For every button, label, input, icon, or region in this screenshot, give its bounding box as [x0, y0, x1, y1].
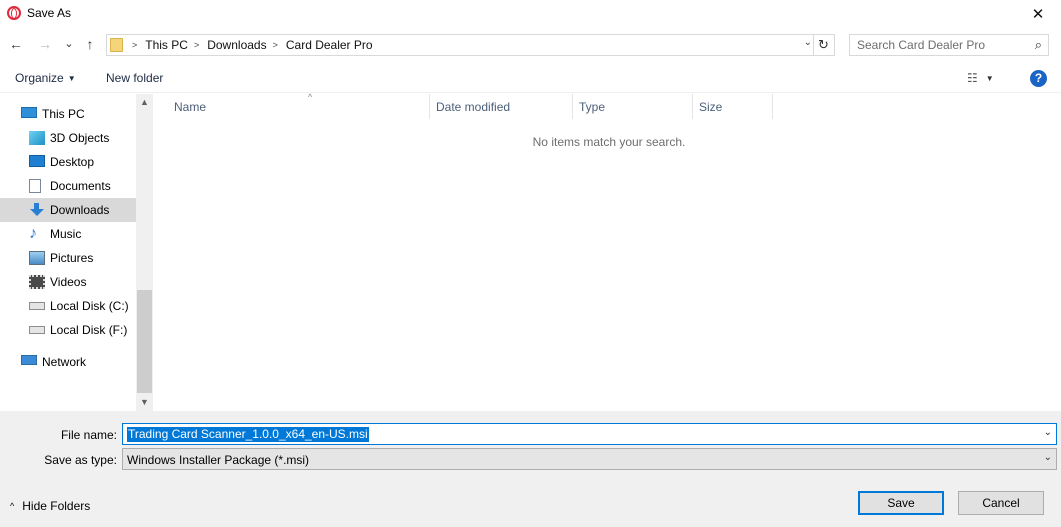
3d-objects-icon	[29, 131, 45, 145]
close-icon[interactable]: ✕	[1015, 0, 1061, 27]
column-header-name[interactable]: Name ^	[168, 92, 430, 119]
organize-label: Organize	[15, 71, 64, 85]
hide-folders-label: Hide Folders	[22, 499, 91, 513]
save-as-type-label: Save as type:	[44, 453, 117, 467]
column-header-label: Type	[579, 100, 606, 114]
file-name-input[interactable]: Trading Card Scanner_1.0.0_x64_en-US.msi…	[122, 423, 1057, 445]
computer-icon	[21, 107, 37, 118]
empty-list-message: No items match your search.	[532, 135, 686, 149]
address-row: ← → ⌄ ↑ > This PC > Downloads > Card Dea…	[0, 30, 1061, 60]
videos-icon	[29, 275, 45, 289]
sidebar-item-label: Local Disk (C:)	[50, 299, 129, 313]
breadcrumb-card-dealer-pro[interactable]: Card Dealer Pro	[286, 38, 373, 52]
sidebar-item-network[interactable]: Network	[0, 350, 136, 374]
network-icon	[21, 355, 37, 365]
save-button[interactable]: Save	[858, 491, 944, 515]
back-arrow-icon[interactable]: ←	[6, 36, 26, 52]
sidebar-item-label: Music	[50, 227, 82, 241]
sidebar-item-downloads[interactable]: Downloads	[0, 198, 136, 222]
sidebar-item-local-disk-f[interactable]: Local Disk (F:)	[0, 318, 136, 342]
sidebar-item-3d-objects[interactable]: 3D Objects	[0, 126, 136, 150]
window-title: Save As	[27, 6, 72, 20]
sidebar-item-label: 3D Objects	[50, 131, 110, 145]
breadcrumb-separator-icon[interactable]: >	[132, 40, 137, 50]
sidebar-item-label: Local Disk (F:)	[50, 323, 128, 337]
save-as-type-select[interactable]: Windows Installer Package (*.msi) ⌄	[122, 448, 1057, 470]
breadcrumb-this-pc[interactable]: This PC	[145, 38, 188, 52]
scrollbar-thumb[interactable]	[137, 290, 152, 393]
file-name-label: File name:	[60, 428, 117, 442]
file-list[interactable]: Name ^ Date modified Type Size No items …	[153, 92, 1061, 411]
folder-icon	[110, 38, 123, 52]
sidebar-item-this-pc[interactable]: This PC	[0, 102, 136, 126]
documents-icon	[29, 179, 41, 193]
column-header-date-modified[interactable]: Date modified	[430, 94, 573, 119]
search-icon[interactable]: ⌕	[1035, 37, 1042, 53]
title-bar: Save As ✕	[0, 0, 1061, 27]
disk-icon	[29, 302, 45, 310]
sidebar-item-label: Desktop	[50, 155, 95, 169]
sidebar-item-label: Downloads	[50, 203, 110, 217]
chevron-up-icon: ^	[10, 501, 15, 511]
file-name-dropdown-chevron-icon[interactable]: ⌄	[1044, 427, 1052, 438]
command-toolbar: Organize ▼ New folder ☷ ▼ ?	[0, 63, 1061, 93]
column-header-label: Date modified	[436, 100, 511, 114]
save-as-type-value: Windows Installer Package (*.msi)	[127, 453, 310, 467]
music-icon: ♪	[29, 225, 37, 242]
view-options-icon: ☷	[967, 71, 978, 85]
help-icon[interactable]: ?	[1030, 70, 1047, 87]
sort-ascending-icon: ^	[308, 92, 313, 102]
search-input[interactable]: Search Card Dealer Pro ⌕	[849, 34, 1049, 56]
address-bar[interactable]: > This PC > Downloads > Card Dealer Pro …	[106, 34, 835, 56]
column-header-size[interactable]: Size	[693, 94, 773, 119]
sidebar-item-label: Videos	[50, 275, 87, 289]
pictures-icon	[29, 251, 45, 265]
sidebar-item-label: Pictures	[50, 251, 94, 265]
breadcrumb-separator-icon[interactable]: >	[194, 40, 199, 50]
downloads-icon	[29, 203, 45, 217]
sidebar-item-label: Network	[42, 355, 87, 369]
nav-scrollbar[interactable]: ▲ ▼	[136, 94, 153, 411]
column-header-type[interactable]: Type	[573, 94, 693, 119]
desktop-icon	[29, 155, 45, 167]
scroll-down-icon[interactable]: ▼	[140, 397, 149, 407]
sidebar-item-label: Documents	[50, 179, 111, 193]
column-header-label: Size	[699, 100, 723, 114]
opera-icon	[7, 6, 21, 20]
chevron-down-icon: ▼	[985, 74, 994, 83]
organize-button[interactable]: Organize ▼	[15, 71, 76, 85]
change-view-button[interactable]: ☷ ▼	[967, 71, 994, 85]
refresh-icon[interactable]: ↻	[813, 35, 833, 55]
sidebar-item-desktop[interactable]: Desktop	[0, 150, 136, 174]
breadcrumb: > This PC > Downloads > Card Dealer Pro	[126, 38, 373, 52]
save-as-type-dropdown-chevron-icon[interactable]: ⌄	[1044, 452, 1052, 463]
breadcrumb-separator-icon[interactable]: >	[273, 40, 278, 50]
search-placeholder: Search Card Dealer Pro	[857, 38, 986, 52]
navigation-pane: This PC 3D Objects Desktop Documents Downloa…	[0, 94, 153, 411]
up-arrow-icon[interactable]: ↑	[80, 36, 100, 52]
file-name-value[interactable]: Trading Card Scanner_1.0.0_x64_en-US.msi	[127, 427, 369, 442]
scroll-up-icon[interactable]: ▲	[140, 97, 149, 107]
sidebar-item-local-disk-c[interactable]: Local Disk (C:)	[0, 294, 136, 318]
breadcrumb-downloads[interactable]: Downloads	[207, 38, 266, 52]
hide-folders-button[interactable]: ^ Hide Folders	[10, 499, 90, 513]
sidebar-item-label: This PC	[42, 107, 85, 121]
forward-arrow-icon[interactable]: →	[35, 36, 55, 52]
disk-icon	[29, 326, 45, 334]
sidebar-item-pictures[interactable]: Pictures	[0, 246, 136, 270]
sidebar-item-videos[interactable]: Videos	[0, 270, 136, 294]
save-form-panel: File name: Trading Card Scanner_1.0.0_x6…	[0, 411, 1061, 527]
column-header-label: Name	[174, 100, 207, 114]
new-folder-button[interactable]: New folder	[106, 71, 163, 85]
recent-locations-chevron-icon[interactable]: ⌄	[59, 37, 79, 50]
sidebar-item-music[interactable]: ♪ Music	[0, 222, 136, 246]
cancel-button[interactable]: Cancel	[958, 491, 1044, 515]
chevron-down-icon: ▼	[67, 74, 76, 83]
address-dropdown-chevron-icon[interactable]: ⌄	[804, 37, 812, 48]
sidebar-item-documents[interactable]: Documents	[0, 174, 136, 198]
